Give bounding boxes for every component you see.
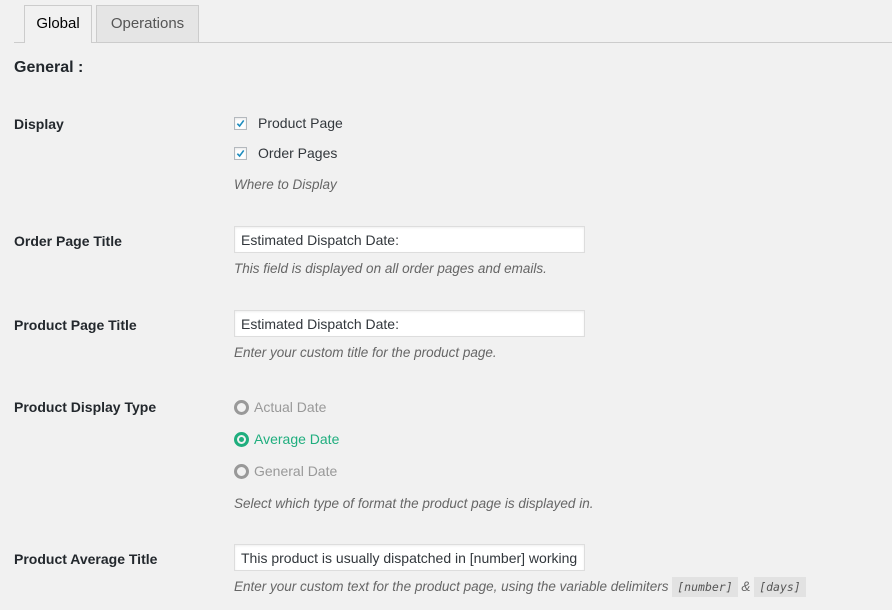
product-page-title-description: Enter your custom title for the product …	[234, 345, 497, 360]
description-text: Enter your custom text for the product p…	[234, 579, 669, 594]
product-page-checkbox-row[interactable]: Product Page	[234, 115, 343, 131]
radio-unchecked-icon[interactable]	[234, 463, 249, 479]
display-label: Display	[14, 116, 64, 132]
tab-global[interactable]: Global	[24, 5, 92, 43]
radio-checked-icon[interactable]	[234, 431, 249, 447]
radio-actual-date[interactable]: Actual Date	[234, 399, 326, 415]
radio-average-date[interactable]: Average Date	[234, 431, 339, 447]
radio-actual-date-label: Actual Date	[254, 399, 327, 415]
product-page-title-label: Product Page Title	[14, 317, 137, 333]
order-pages-checkbox[interactable]	[234, 146, 247, 160]
days-delimiter-tag: [days]	[754, 577, 806, 597]
radio-unchecked-icon[interactable]	[234, 399, 249, 415]
product-display-type-label: Product Display Type	[14, 399, 157, 415]
order-page-title-label: Order Page Title	[14, 233, 122, 249]
product-page-checkbox-label: Product Page	[258, 115, 343, 131]
checkmark-icon	[236, 119, 245, 127]
product-display-type-description: Select which type of format the product …	[234, 496, 594, 511]
radio-dot	[239, 436, 244, 442]
order-pages-checkbox-label: Order Pages	[258, 145, 338, 161]
section-title: General :	[14, 59, 84, 76]
radio-average-date-label: Average Date	[254, 431, 340, 447]
product-average-title-input[interactable]	[234, 544, 585, 571]
settings-tabs: Global Operations	[0, 0, 892, 43]
order-page-title-description: This field is displayed on all order pag…	[234, 261, 547, 276]
delimiter-joiner: &	[741, 579, 751, 594]
display-description: Where to Display	[234, 177, 337, 192]
product-page-title-input[interactable]	[234, 310, 585, 337]
product-page-checkbox[interactable]	[234, 116, 247, 130]
tab-operations[interactable]: Operations	[96, 5, 199, 42]
radio-general-date-label: General Date	[254, 463, 338, 479]
order-pages-checkbox-row[interactable]: Order Pages	[234, 145, 337, 161]
number-delimiter-tag: [number]	[672, 577, 738, 597]
radio-general-date[interactable]: General Date	[234, 463, 337, 479]
tabs-divider	[14, 42, 892, 43]
checkmark-icon	[236, 149, 245, 157]
product-average-title-description: Enter your custom text for the product p…	[234, 577, 806, 597]
order-page-title-input[interactable]	[234, 226, 585, 253]
product-average-title-label: Product Average Title	[14, 551, 158, 567]
